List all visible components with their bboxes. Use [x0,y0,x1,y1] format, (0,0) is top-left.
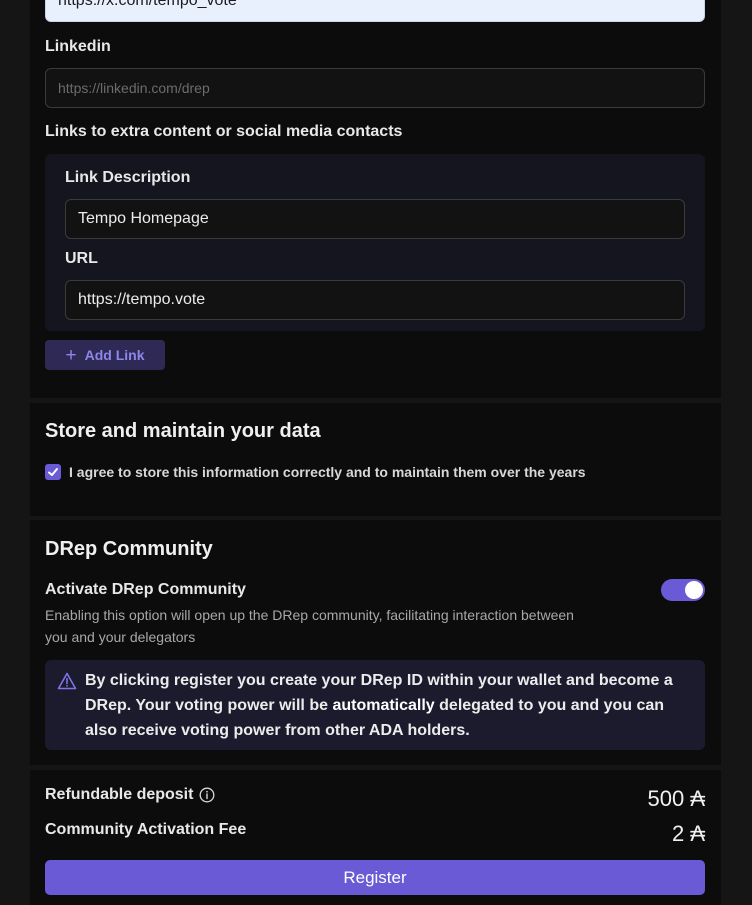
url-value: https://tempo.vote [78,291,206,308]
drep-community-panel: DRep Community Activate DRep Community E… [30,520,721,765]
link-description-field[interactable]: Tempo Homepage [65,199,685,239]
extra-links-label: Links to extra content or social media c… [45,123,403,140]
community-section-title: DRep Community [45,538,213,560]
activation-fee-label: Community Activation Fee [45,821,247,838]
activate-community-toggle[interactable] [661,579,705,601]
register-label: Register [343,867,407,887]
activation-fee-amount: 2 ₳ [671,821,705,846]
refundable-deposit-label: Refundable deposit [45,786,194,803]
links-panel: https://x.com/tempo_vote Linkedin https:… [30,0,721,398]
add-link-label: Add Link [84,347,145,363]
info-icon[interactable] [199,787,215,803]
warning-icon [57,672,77,690]
link-description-value: Tempo Homepage [78,210,209,227]
store-data-panel: Store and maintain your data I agree to … [30,403,721,516]
refundable-deposit-amount: 500 ₳ [647,786,706,811]
agree-checkbox-label: I agree to store this information correc… [69,464,586,480]
link-entry-card: Link Description Tempo Homepage URL http… [45,154,705,331]
x-url-field[interactable]: https://x.com/tempo_vote [45,0,705,22]
activate-community-description: Enabling this option will open up the DR… [45,607,574,645]
x-url-value: https://x.com/tempo_vote [58,0,237,9]
linkedin-label: Linkedin [45,38,111,55]
linkedin-field[interactable]: https://linkedin.com/drep [45,68,705,108]
register-info-alert: By clicking register you create your DRe… [45,660,705,750]
linkedin-placeholder: https://linkedin.com/drep [58,80,210,96]
register-button[interactable]: Register [45,860,705,895]
toggle-knob [685,581,703,599]
store-section-title: Store and maintain your data [45,420,321,442]
refundable-deposit-row-label: Refundable deposit [45,786,215,804]
add-link-button[interactable]: + Add Link [45,340,165,370]
agree-checkbox[interactable] [45,464,61,480]
link-description-label: Link Description [65,169,191,186]
deposit-panel: Refundable deposit 500 ₳ Community Activ… [30,770,721,905]
url-field[interactable]: https://tempo.vote [65,280,685,320]
url-label: URL [65,250,98,267]
checkmark-icon [48,468,58,476]
alert-message: By clicking register you create your DRe… [85,668,690,743]
plus-icon: + [65,344,77,366]
alert-text-bold: automatically [332,697,435,714]
activate-community-label: Activate DRep Community [45,581,246,598]
